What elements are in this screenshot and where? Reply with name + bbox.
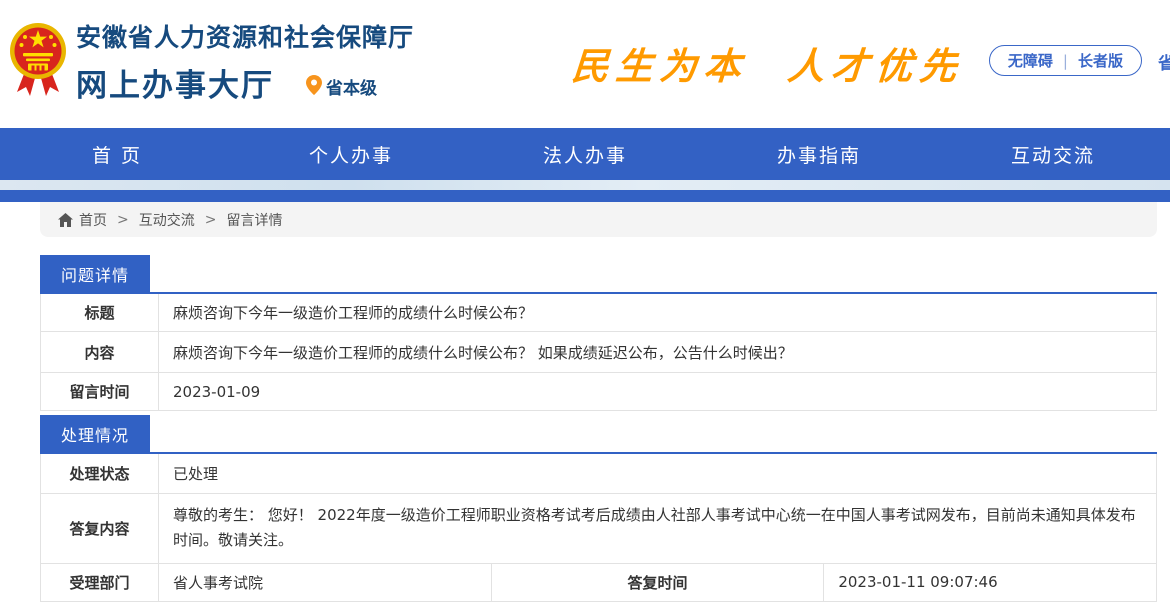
- location-pin-icon: [306, 75, 322, 99]
- handling-table: 处理状态 已处理 答复内容 尊敬的考生： 您好！ 2022年度一级造价工程师职业…: [40, 452, 1157, 602]
- home-icon: [58, 213, 73, 227]
- reply-content: 尊敬的考生： 您好！ 2022年度一级造价工程师职业资格考试考后成绩由人社部人事…: [159, 493, 1157, 563]
- handling-section-title: 处理情况: [40, 415, 150, 452]
- row-value: 2023-01-09: [159, 373, 1157, 411]
- table-row: 受理部门 省人事考试院 答复时间 2023-01-11 09:07:46: [41, 563, 1157, 601]
- org-name: 安徽省人力资源和社会保障厅: [76, 18, 414, 54]
- row-label: 留言时间: [41, 373, 159, 411]
- breadcrumb: 首页 > 互动交流 > 留言详情: [40, 202, 1157, 237]
- row-label: 受理部门: [41, 563, 159, 601]
- region-label: 省本级: [326, 74, 377, 99]
- row-label: 处理状态: [41, 453, 159, 493]
- nav-item-guide[interactable]: 办事指南: [702, 128, 936, 180]
- table-row: 答复内容 尊敬的考生： 您好！ 2022年度一级造价工程师职业资格考试考后成绩由…: [41, 493, 1157, 563]
- dept-value: 省人事考试院: [159, 563, 492, 601]
- handling-section: 处理情况 处理状态 已处理 答复内容 尊敬的考生： 您好！ 2022年度一级造价…: [40, 415, 1157, 602]
- nav-item-legal[interactable]: 法人办事: [468, 128, 702, 180]
- breadcrumb-current: 留言详情: [226, 210, 282, 230]
- clipped-right-text[interactable]: 省: [1158, 49, 1170, 74]
- table-row: 内容 麻烦咨询下今年一级造价工程师的成绩什么时候公布？ 如果成绩延迟公布，公告什…: [41, 332, 1157, 373]
- national-emblem-icon[interactable]: [8, 20, 68, 98]
- pill-separator: |: [1063, 52, 1068, 70]
- row-label: 答复内容: [41, 493, 159, 563]
- accessibility-pill: 无障碍 | 长者版: [989, 45, 1142, 76]
- breadcrumb-interaction[interactable]: 互动交流: [139, 210, 195, 230]
- breadcrumb-separator: >: [117, 212, 129, 228]
- nav-item-home[interactable]: 首 页: [0, 128, 234, 180]
- row-value: 麻烦咨询下今年一级造价工程师的成绩什么时候公布？: [159, 293, 1157, 332]
- elder-version-button[interactable]: 长者版: [1078, 50, 1123, 71]
- row-label: 内容: [41, 332, 159, 373]
- status-value: 已处理: [159, 453, 1157, 493]
- nav-item-interaction[interactable]: 互动交流: [936, 128, 1170, 180]
- site-titles: 安徽省人力资源和社会保障厅 网上办事大厅 省本级: [76, 18, 414, 105]
- accessibility-button[interactable]: 无障碍: [1008, 50, 1053, 71]
- row-value: 麻烦咨询下今年一级造价工程师的成绩什么时候公布？ 如果成绩延迟公布，公告什么时候…: [159, 332, 1157, 373]
- decorative-strip-blue: [0, 190, 1170, 202]
- question-detail-section: 问题详情 标题 麻烦咨询下今年一级造价工程师的成绩什么时候公布？ 内容 麻烦咨询…: [40, 255, 1157, 411]
- portal-name: 网上办事大厅: [76, 60, 274, 105]
- site-header: 安徽省人力资源和社会保障厅 网上办事大厅 省本级 民生为本 人才优先 无障碍 |…: [0, 0, 1170, 128]
- slogan-calligraphy: 民生为本 人才优先: [570, 36, 966, 90]
- breadcrumb-home[interactable]: 首页: [79, 210, 107, 230]
- main-nav: 首 页 个人办事 法人办事 办事指南 互动交流: [0, 128, 1170, 180]
- breadcrumb-separator: >: [205, 212, 217, 228]
- reply-time-value: 2023-01-11 09:07:46: [824, 563, 1157, 601]
- nav-item-personal[interactable]: 个人办事: [234, 128, 468, 180]
- question-section-title: 问题详情: [40, 255, 150, 292]
- question-table: 标题 麻烦咨询下今年一级造价工程师的成绩什么时候公布？ 内容 麻烦咨询下今年一级…: [40, 292, 1157, 411]
- table-row: 留言时间 2023-01-09: [41, 373, 1157, 411]
- region-selector[interactable]: 省本级: [306, 74, 377, 99]
- decorative-strip-light: [0, 180, 1170, 190]
- table-row: 处理状态 已处理: [41, 453, 1157, 493]
- table-row: 标题 麻烦咨询下今年一级造价工程师的成绩什么时候公布？: [41, 293, 1157, 332]
- row-label: 标题: [41, 293, 159, 332]
- row-label: 答复时间: [491, 563, 824, 601]
